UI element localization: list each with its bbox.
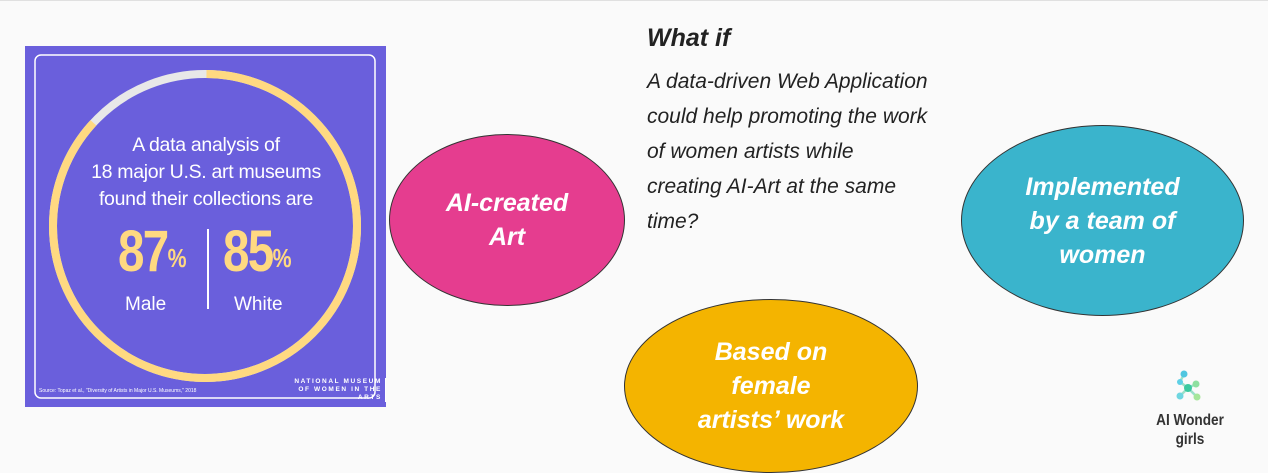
top-border <box>0 0 1268 1</box>
ai-wonder-girls-logo: AI Wonder girls <box>1140 370 1240 449</box>
publisher-logo: NATIONAL MUSEUM OF WOMEN IN THE ARTS <box>275 378 386 402</box>
bubble-line: female <box>731 372 811 400</box>
bubble-line: AI-created <box>445 189 569 217</box>
divider <box>207 229 209 309</box>
body-line: time? <box>647 210 699 233</box>
infographic-headline: A data analysis of 18 major U.S. art mus… <box>65 132 347 213</box>
museum-infographic: A data analysis of 18 major U.S. art mus… <box>25 46 386 407</box>
publisher-line: OF WOMEN IN THE ARTS <box>298 386 382 401</box>
source-citation: Source: Topaz et al., "Diversity of Arti… <box>39 388 197 394</box>
stat-label: Male <box>125 294 167 315</box>
bubble-line: Implemented <box>1025 172 1180 201</box>
question-title: What if <box>647 24 731 52</box>
bubble-line: women <box>1059 240 1146 269</box>
body-line: A data-driven Web Application <box>647 70 928 93</box>
headline-line: A data analysis of <box>132 134 280 156</box>
headline-line: found their collections are <box>98 188 314 210</box>
bubble-line: Art <box>488 223 526 251</box>
bubble-line: artists’ work <box>697 406 845 434</box>
body-line: could help promoting the work <box>647 105 928 128</box>
molecule-network-icon <box>1176 370 1201 401</box>
ai-created-art-bubble: AI-created Art <box>389 134 625 306</box>
logo-line: AI Wonder <box>1156 412 1224 429</box>
team-of-women-bubble: Implemented by a team of women <box>961 125 1244 316</box>
body-line: creating AI-Art at the same <box>647 175 896 198</box>
female-artists-bubble: Based on female artists’ work <box>624 299 918 473</box>
ring-chart <box>34 54 376 399</box>
stat-unit: % <box>167 243 187 273</box>
stat-male: 87% <box>118 222 187 282</box>
logo-line: girls <box>1175 431 1205 448</box>
inner-border <box>34 54 376 399</box>
bubble-line: Based on <box>714 338 828 366</box>
stat-value: 87 <box>118 219 169 284</box>
bubble-line: by a team of <box>1029 206 1176 235</box>
publisher-line: NATIONAL MUSEUM <box>294 378 382 385</box>
stat-unit: % <box>272 243 292 273</box>
stat-white: 85% <box>223 222 292 282</box>
stat-label: White <box>234 294 283 315</box>
headline-line: 18 major U.S. art museums <box>91 161 321 183</box>
stat-value: 85 <box>223 219 274 284</box>
body-line: of women artists while <box>647 140 854 163</box>
question-body: A data-driven Web Application could help… <box>647 64 997 239</box>
